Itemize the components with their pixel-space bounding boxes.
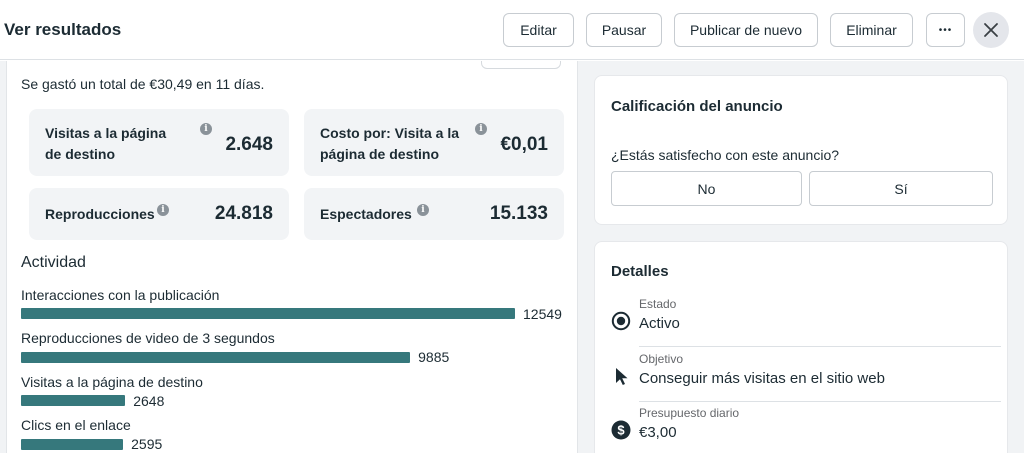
- metric-card-cost-per-visit: Costo por: Visita a la página de destino…: [304, 109, 564, 176]
- details-title: Detalles: [611, 263, 669, 280]
- metric-label: Costo por: Visita a la página de destino: [320, 125, 459, 162]
- radio-selected-icon: [611, 311, 631, 331]
- detail-status: Estado Activo: [595, 293, 1001, 347]
- detail-objective: Objetivo Conseguir más visitas en el sit…: [595, 348, 1001, 402]
- activity-label: Reproducciones de video de 3 segundos: [21, 330, 275, 346]
- activity-value: 2648: [133, 393, 165, 409]
- info-icon[interactable]: i: [475, 123, 487, 135]
- metric-label: Espectadores: [320, 206, 412, 222]
- partial-button[interactable]: [481, 61, 561, 69]
- dollar-circle-icon: $: [611, 420, 631, 440]
- detail-label: Presupuesto diario: [639, 406, 740, 420]
- ad-rating-card: Calificación del anuncio ¿Estás satisfec…: [594, 75, 1008, 225]
- results-panel: Se gastó un total de €30,49 en 11 días. …: [6, 61, 578, 453]
- svg-text:$: $: [617, 423, 625, 438]
- detail-label: Estado: [639, 297, 677, 311]
- activity-label: Visitas a la página de destino: [21, 374, 203, 390]
- activity-label: Clics en el enlace: [21, 417, 131, 433]
- activity-value: 12549: [523, 306, 562, 322]
- spend-summary: Se gastó un total de €30,49 en 11 días.: [21, 76, 265, 92]
- pause-button[interactable]: Pausar: [586, 13, 662, 47]
- info-icon[interactable]: i: [157, 204, 169, 216]
- metric-card-landing-page-visits: Visitas a la página de destino i 2.648: [29, 109, 289, 176]
- edit-button[interactable]: Editar: [503, 13, 574, 47]
- metric-value: 15.133: [489, 203, 548, 224]
- info-icon[interactable]: i: [417, 204, 429, 216]
- metric-value: €0,01: [500, 134, 548, 155]
- activity-value: 9885: [418, 349, 450, 365]
- detail-value: Conseguir más visitas en el sitio web: [639, 370, 885, 387]
- detail-value: Activo: [639, 315, 680, 332]
- activity-label: Interacciones con la publicación: [21, 287, 220, 303]
- rating-no-button[interactable]: No: [611, 171, 802, 206]
- metric-card-plays: Reproducciones i 24.818: [29, 188, 289, 240]
- activity-bar: [21, 308, 515, 319]
- republish-button[interactable]: Publicar de nuevo: [674, 13, 818, 47]
- rating-yes-button[interactable]: Sí: [809, 171, 993, 206]
- detail-daily-budget: $ Presupuesto diario €3,00: [595, 402, 1001, 453]
- metric-label: Reproducciones: [45, 206, 155, 222]
- metric-value: 2.648: [225, 134, 273, 155]
- more-options-button[interactable]: •••: [926, 13, 965, 47]
- close-button[interactable]: [973, 12, 1009, 48]
- activity-value: 2595: [131, 436, 163, 452]
- cursor-icon: [616, 368, 628, 385]
- divider: [639, 346, 1001, 347]
- activity-bar: [21, 352, 411, 363]
- delete-button[interactable]: Eliminar: [830, 13, 913, 47]
- info-icon[interactable]: i: [200, 123, 212, 135]
- header-bar: Ver resultados Editar Pausar Publicar de…: [0, 0, 1024, 60]
- activity-title: Actividad: [21, 254, 86, 271]
- metric-value: 24.818: [214, 203, 273, 224]
- page-title: Ver resultados: [4, 20, 122, 39]
- metric-label: Visitas a la página de destino: [45, 125, 167, 162]
- close-icon: [984, 23, 998, 37]
- details-card: Detalles Estado Activo Objetivo Consegui…: [594, 241, 1008, 453]
- detail-label: Objetivo: [639, 352, 684, 366]
- rating-question: ¿Estás satisfecho con este anuncio?: [611, 147, 840, 163]
- activity-bar: [21, 439, 124, 450]
- rating-title: Calificación del anuncio: [611, 98, 783, 115]
- metric-card-viewers: Espectadores i 15.133: [304, 188, 564, 240]
- detail-value: €3,00: [639, 424, 677, 441]
- activity-bar: [21, 395, 126, 406]
